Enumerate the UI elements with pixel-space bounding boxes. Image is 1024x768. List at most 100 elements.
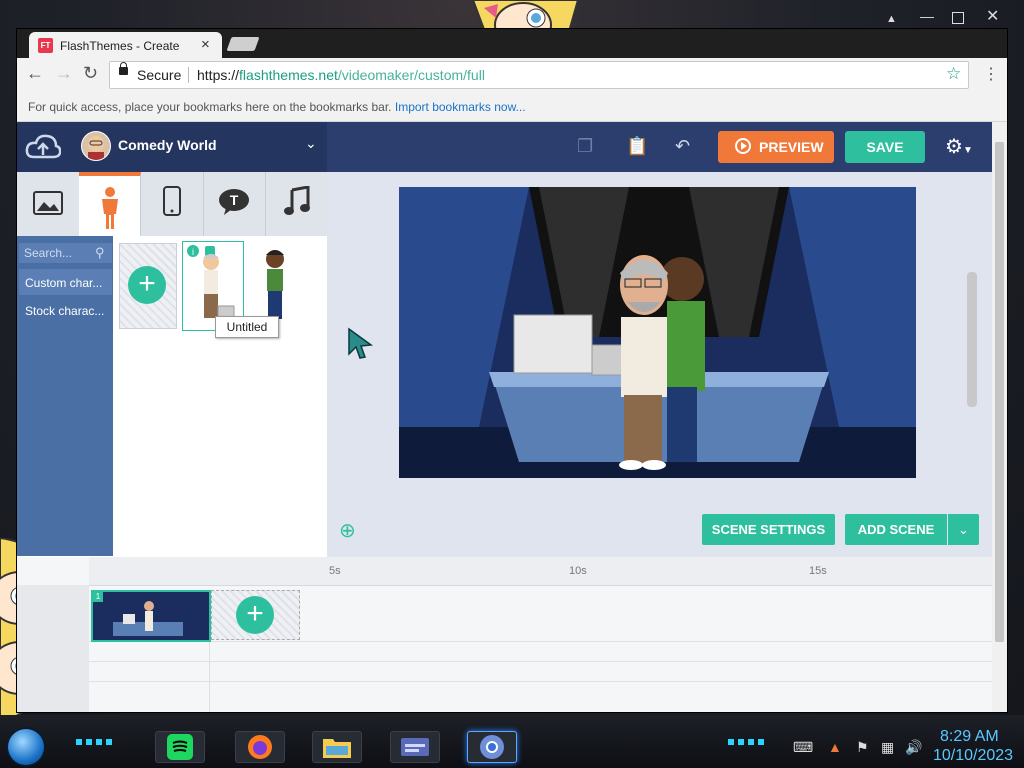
app-tray-icon[interactable]: ▲ <box>828 739 842 755</box>
theme-selector[interactable]: Comedy World ⌄ <box>17 122 327 172</box>
image-icon <box>33 191 63 215</box>
browser-window: FT FlashThemes - Create × ← → ↻ Secure h… <box>17 29 1007 712</box>
scene-canvas[interactable] <box>399 187 916 478</box>
minimize-button[interactable]: — <box>920 8 938 26</box>
firefox-icon <box>248 735 272 759</box>
close-window-button[interactable]: ✕ <box>986 6 999 26</box>
search-field[interactable]: Search... ⚲ <box>19 243 112 263</box>
preview-button[interactable]: PREVIEW <box>718 131 834 163</box>
timeline-ruler[interactable]: 5s 10s 15s <box>89 557 992 586</box>
url-scheme: https:// <box>197 67 240 83</box>
import-bookmarks-link[interactable]: Import bookmarks now... <box>395 100 526 114</box>
scene-preview-icon <box>93 592 209 640</box>
window-icon <box>401 738 429 756</box>
back-icon[interactable]: ← <box>26 63 44 84</box>
chevron-down-icon[interactable]: ⌄ <box>305 135 317 152</box>
add-icon[interactable]: + <box>128 266 166 304</box>
add-scene-button[interactable]: ADD SCENE <box>845 514 947 545</box>
url-path: /videomaker/custom/full <box>337 67 485 83</box>
clock-date[interactable]: 10/10/2023 <box>933 747 1013 765</box>
gear-icon[interactable]: ⚙▼ <box>945 134 973 159</box>
new-tab-button[interactable] <box>226 37 260 51</box>
menu-icon[interactable]: ⋮ <box>983 64 999 84</box>
taskbar-app-firefox[interactable] <box>235 731 285 763</box>
folder-icon <box>323 739 351 758</box>
track-labels <box>17 585 89 712</box>
taskbar-app-explorer[interactable] <box>312 731 362 763</box>
browser-tab[interactable]: FT FlashThemes - Create × <box>29 32 222 58</box>
paste-icon[interactable]: 📋 <box>626 136 648 157</box>
upload-cloud-icon[interactable] <box>25 133 61 161</box>
music-note-icon <box>284 186 310 215</box>
tab-title: FlashThemes - Create <box>60 39 180 53</box>
video-maker-app: Comedy World ⌄ ❐ 📋 ↶ PREVIEW SAVE ⚙▼ T S… <box>17 122 1007 712</box>
cursor-icon <box>348 327 373 359</box>
keyboard-icon[interactable]: ⌨ <box>793 739 813 756</box>
tab-backgrounds[interactable] <box>17 172 80 236</box>
tab-sounds[interactable] <box>265 172 327 236</box>
speech-bubble-icon: T <box>219 189 249 215</box>
undo-icon[interactable]: ↶ <box>675 136 690 157</box>
save-button[interactable]: SAVE <box>845 131 925 163</box>
chrome-icon <box>480 735 504 759</box>
track-divider <box>89 661 992 662</box>
add-character-slot[interactable]: + <box>119 243 177 329</box>
clock-time[interactable]: 8:29 AM <box>940 728 999 746</box>
stage-scrollbar[interactable] <box>967 272 977 407</box>
preview-label: PREVIEW <box>759 139 824 155</box>
favicon-icon: FT <box>38 38 53 53</box>
close-tab-icon[interactable]: × <box>201 36 210 53</box>
scrollbar-thumb[interactable] <box>995 142 1004 642</box>
divider <box>188 67 189 83</box>
maximize-button[interactable] <box>952 12 964 24</box>
search-input[interactable]: Search... <box>24 246 72 260</box>
tooltip: Untitled <box>215 316 279 338</box>
category-custom[interactable]: Custom char... <box>19 269 112 295</box>
spotify-icon <box>167 734 193 760</box>
theme-name: Comedy World <box>118 137 217 153</box>
forward-icon[interactable]: → <box>55 63 73 84</box>
tab-props[interactable] <box>141 172 204 236</box>
user-icon[interactable]: ▲ <box>886 13 897 25</box>
reload-icon[interactable]: ↻ <box>83 63 98 84</box>
taskbar-app-settings[interactable] <box>390 731 440 763</box>
address-bar[interactable]: Secure https://flashthemes.net/videomake… <box>109 61 969 89</box>
phone-icon <box>163 186 181 216</box>
bookmarks-bar: For quick access, place your bookmarks h… <box>17 95 1007 122</box>
taskbar-decoration <box>76 739 112 745</box>
search-icon[interactable]: ⚲ <box>95 245 105 261</box>
volume-icon[interactable]: 🔊 <box>905 739 922 756</box>
taskbar-app-chrome[interactable] <box>467 731 517 763</box>
scene-settings-button[interactable]: SCENE SETTINGS <box>702 514 835 545</box>
svg-text:T: T <box>230 192 239 208</box>
lock-icon <box>119 62 128 75</box>
bookmark-star-icon[interactable]: ☆ <box>946 64 961 84</box>
start-button[interactable] <box>8 729 44 765</box>
zoom-in-icon[interactable]: ⊕ <box>339 518 356 543</box>
network-icon[interactable]: ▦ <box>881 739 894 756</box>
toolbar: ← → ↻ Secure https://flashthemes.net/vid… <box>17 58 1007 95</box>
taskbar-app-spotify[interactable] <box>155 731 205 763</box>
category-stock[interactable]: Stock charac... <box>19 297 112 323</box>
url-host: flashthemes.net <box>239 67 338 83</box>
flag-icon[interactable]: ⚑ <box>856 739 869 756</box>
add-icon[interactable]: + <box>236 596 274 634</box>
play-icon <box>735 138 751 154</box>
track-divider <box>89 681 992 682</box>
tab-strip: FT FlashThemes - Create × <box>17 29 1007 58</box>
scene-number: 1 <box>93 592 103 602</box>
chevron-down-icon[interactable]: ⌄ <box>948 514 979 545</box>
scene-thumbnail[interactable]: 1 <box>91 590 211 642</box>
page-scrollbar[interactable] <box>992 122 1007 712</box>
copy-icon[interactable]: ❐ <box>577 136 593 157</box>
track-divider <box>89 641 992 642</box>
tab-characters[interactable] <box>79 172 141 236</box>
person-icon <box>102 187 118 229</box>
ruler-mark: 5s <box>329 565 341 577</box>
track-divider <box>209 641 210 712</box>
bookmarks-hint: For quick access, place your bookmarks h… <box>28 100 526 114</box>
tab-text[interactable]: T <box>203 172 266 236</box>
timeline: 5s 10s 15s 1 + <box>17 557 992 712</box>
add-scene-slot[interactable]: + <box>211 590 300 640</box>
stage-area <box>327 172 992 557</box>
